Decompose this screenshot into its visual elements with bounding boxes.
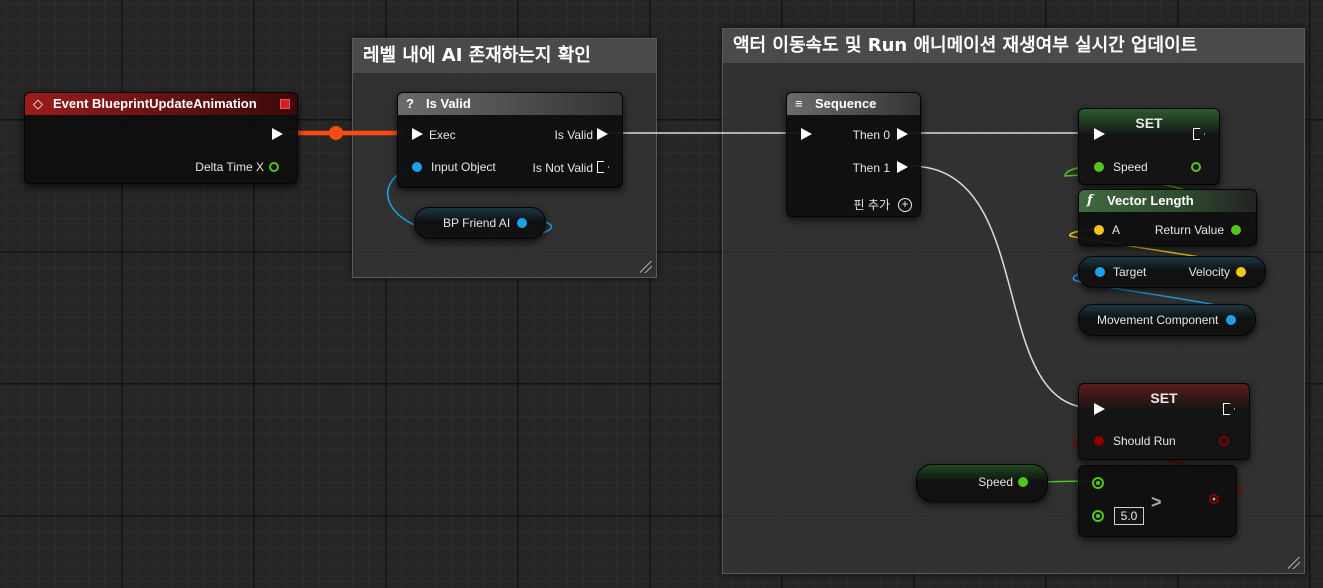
then1-label: Then 1 — [852, 161, 890, 175]
movement-component-node[interactable]: Movement Component — [1078, 304, 1256, 336]
node-header[interactable]: ≡ Sequence — [787, 93, 920, 115]
is-not-valid-label: Is Not Valid — [532, 161, 593, 175]
event-update-animation-node[interactable]: ◇ Event BlueprintUpdateAnimation Delta T… — [24, 92, 298, 184]
sequence-node[interactable]: ≡ Sequence Then 0 Then 1 핀 추가 + — [786, 92, 921, 217]
exec-out-pin[interactable] — [272, 128, 283, 140]
compare-value-input[interactable]: 5.0 — [1114, 507, 1144, 525]
then0-exec-pin[interactable] — [897, 128, 908, 140]
delta-time-label: Delta Time X — [195, 160, 264, 174]
is-valid-exec-pin[interactable] — [597, 128, 608, 140]
event-diamond-icon: ◇ — [33, 96, 43, 111]
wire-pulse-dot — [329, 126, 343, 140]
bp-friend-ai-label: BP Friend AI — [443, 216, 511, 230]
movement-component-label: Movement Component — [1097, 313, 1219, 327]
is-valid-node[interactable]: ? Is Valid Exec Input Object Is Valid Is… — [397, 92, 623, 188]
exec-wire-then1-to-set-run — [909, 165, 1094, 409]
vector-length-node[interactable]: f Vector Length A Return Value — [1078, 189, 1257, 246]
then1-exec-pin[interactable] — [897, 161, 908, 173]
exec-in-pin[interactable] — [1094, 128, 1105, 140]
is-not-valid-exec-pin[interactable] — [597, 161, 609, 173]
node-title: Vector Length — [1107, 193, 1194, 208]
speed-getter-pin[interactable] — [1018, 477, 1028, 487]
return-value-pin[interactable] — [1231, 225, 1241, 235]
movement-component-pin[interactable] — [1226, 315, 1236, 325]
set-speed-node[interactable]: SET Speed — [1078, 108, 1220, 185]
bp-friend-ai-node[interactable]: BP Friend AI — [414, 207, 546, 239]
compare-result-pin[interactable] — [1209, 494, 1219, 504]
should-run-in-pin[interactable] — [1094, 436, 1104, 446]
input-object-label: Input Object — [431, 160, 496, 174]
node-header[interactable]: ◇ Event BlueprintUpdateAnimation — [25, 93, 297, 115]
add-pin-button[interactable]: 핀 추가 + — [832, 196, 912, 212]
input-object-pin[interactable] — [412, 162, 422, 172]
should-run-out-pin[interactable] — [1219, 436, 1229, 446]
node-title: Is Valid — [426, 96, 471, 111]
speed-out-pin[interactable] — [1191, 162, 1201, 172]
set-should-run-node[interactable]: SET Should Run — [1078, 383, 1250, 460]
velocity-label: Velocity — [1188, 265, 1230, 279]
speed-label: Speed — [1113, 160, 1148, 174]
exec-in-pin[interactable] — [1094, 403, 1105, 415]
bp-friend-ai-pin[interactable] — [517, 218, 527, 228]
exec-label: Exec — [429, 128, 456, 142]
compare-a-pin[interactable] — [1092, 477, 1104, 489]
speed-getter-label: Speed — [978, 475, 1013, 489]
exec-in-pin[interactable] — [801, 128, 812, 140]
a-label: A — [1112, 223, 1121, 237]
stop-icon — [280, 99, 290, 109]
speed-in-pin[interactable] — [1094, 162, 1104, 172]
node-title: Sequence — [815, 96, 877, 111]
should-run-label: Should Run — [1113, 434, 1176, 448]
question-icon: ? — [406, 96, 414, 111]
a-in-pin[interactable] — [1094, 225, 1104, 235]
node-title: Event BlueprintUpdateAnimation — [53, 96, 257, 111]
get-velocity-node[interactable]: Target Velocity — [1078, 256, 1266, 288]
delta-time-pin[interactable] — [269, 162, 279, 172]
plus-circle-icon: + — [898, 198, 912, 212]
operator-label: > — [1151, 492, 1162, 512]
then0-label: Then 0 — [852, 128, 890, 142]
sequence-icon: ≡ — [795, 96, 803, 111]
add-pin-label: 핀 추가 — [853, 198, 890, 212]
compare-b-pin[interactable] — [1092, 510, 1104, 522]
target-label: Target — [1113, 265, 1147, 279]
velocity-out-pin[interactable] — [1236, 267, 1246, 277]
node-header[interactable]: ? Is Valid — [398, 93, 622, 115]
speed-getter-node[interactable]: Speed — [916, 464, 1048, 502]
function-icon: f — [1087, 193, 1093, 208]
is-valid-label: Is Valid — [554, 128, 593, 142]
target-in-pin[interactable] — [1095, 267, 1105, 277]
exec-in-pin[interactable] — [412, 128, 423, 140]
return-value-label: Return Value — [1154, 223, 1224, 237]
node-header[interactable]: f Vector Length — [1079, 190, 1256, 212]
greater-than-node[interactable]: 5.0 > — [1078, 465, 1237, 537]
